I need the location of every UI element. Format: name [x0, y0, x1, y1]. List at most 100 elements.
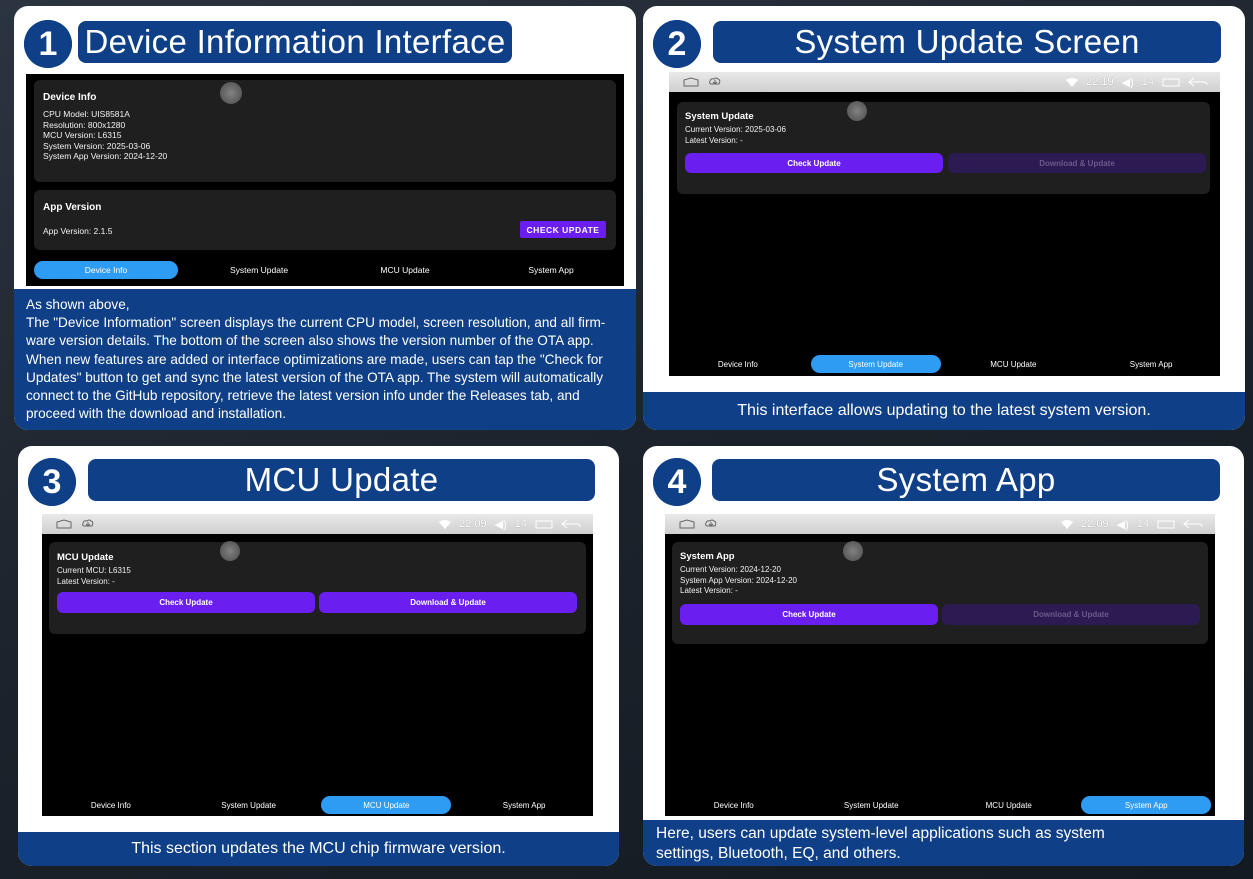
- nav-system-app[interactable]: System App: [1086, 355, 1216, 373]
- system-update-screen: 22:19 ◀) 14 System Update Current Versio…: [669, 72, 1220, 376]
- download-update-button[interactable]: Download & Update: [948, 153, 1206, 173]
- home-icon[interactable]: [679, 518, 695, 530]
- panel-title-3: MCU Update: [88, 459, 595, 501]
- clock: 22:09: [1081, 518, 1109, 530]
- status-bar: 22:09 ◀) 14: [42, 514, 593, 534]
- step-number-2: 2: [653, 20, 701, 68]
- cloud-download-icon: [82, 518, 94, 530]
- bottom-nav: Device Info System Update MCU Update Sys…: [669, 354, 1220, 374]
- current-version: Current Version: 2024-12-20: [680, 565, 781, 574]
- download-update-button[interactable]: Download & Update: [942, 604, 1200, 625]
- caption-1-line: The "Device Information" screen displays…: [26, 315, 606, 331]
- nav-system-update[interactable]: System Update: [810, 355, 941, 373]
- caption-3-text: This section updates the MCU chip firmwa…: [131, 840, 506, 857]
- system-app-title: System App: [680, 551, 735, 562]
- status-bar: 22:09 ◀) 14: [665, 514, 1215, 534]
- window-icon[interactable]: [535, 518, 553, 530]
- mcu-update-screen: 22:09 ◀) 14 MCU Update Current MCU: L631…: [42, 514, 593, 816]
- window-icon[interactable]: [1162, 76, 1180, 88]
- mcu-version: MCU Version: L6315: [43, 130, 122, 140]
- step-number-1: 1: [24, 20, 72, 68]
- back-icon[interactable]: [1183, 518, 1203, 530]
- resolution: Resolution: 800x1280: [43, 119, 126, 130]
- caption-1-line: As shown above,: [26, 297, 130, 312]
- nav-system-app[interactable]: System App: [459, 796, 589, 814]
- home-icon[interactable]: [683, 76, 699, 88]
- home-icon[interactable]: [56, 518, 72, 530]
- volume-level: 14: [514, 518, 527, 530]
- nav-mcu-update[interactable]: MCU Update: [944, 796, 1074, 814]
- nav-system-app[interactable]: System App: [486, 261, 616, 279]
- card-system-update: 2 System Update Screen 22:19 ◀) 14 Syste…: [643, 6, 1245, 430]
- app-version-title: App Version: [43, 202, 102, 213]
- check-update-button[interactable]: CHECK UPDATE: [520, 221, 606, 238]
- bottom-nav: Device Info System Update MCU Update Sys…: [665, 795, 1215, 815]
- device-info-panel: Device Info CPU Model: UIS8581A Resoluti…: [34, 80, 616, 182]
- nav-device-info[interactable]: Device Info: [669, 796, 799, 814]
- latest-version: Latest Version: -: [685, 135, 743, 145]
- card-mcu-update: 3 MCU Update 22:09 ◀) 14 MCU Update Curr…: [18, 446, 619, 866]
- caption-1-line: proceed with the download and installati…: [26, 406, 286, 422]
- current-version: Current Version: 2025-03-06: [685, 125, 786, 134]
- nav-mcu-update[interactable]: MCU Update: [340, 261, 470, 279]
- check-update-button[interactable]: Check Update: [685, 153, 943, 173]
- touch-indicator: [847, 101, 867, 121]
- nav-device-info[interactable]: Device Info: [46, 796, 176, 814]
- download-update-button[interactable]: Download & Update: [319, 592, 577, 613]
- check-update-button[interactable]: Check Update: [680, 604, 938, 625]
- cloud-download-icon: [709, 76, 721, 88]
- nav-system-update[interactable]: System Update: [184, 796, 314, 814]
- latest-version: Latest Version: -: [57, 576, 115, 586]
- caption-2-text: This interface allows updating to the la…: [737, 402, 1151, 419]
- volume-icon[interactable]: ◀): [495, 518, 507, 531]
- system-update-panel: System Update Current Version: 2025-03-0…: [677, 102, 1210, 194]
- system-app-screen: 22:09 ◀) 14 System App Current Version: …: [665, 514, 1215, 816]
- latest-version: Latest Version: -: [680, 586, 738, 595]
- volume-level: 14: [1141, 76, 1154, 88]
- caption-4: Here, users can update system-level appl…: [643, 820, 1244, 866]
- mcu-update-title: MCU Update: [57, 552, 114, 563]
- touch-indicator: [843, 541, 863, 561]
- wifi-icon: [439, 518, 452, 530]
- nav-mcu-update[interactable]: MCU Update: [948, 355, 1078, 373]
- touch-indicator: [220, 82, 242, 104]
- panel-title-1: Device Information Interface: [78, 21, 512, 63]
- caption-1: As shown above, The "Device Information"…: [14, 289, 636, 430]
- app-version-value: App Version: 2.1.5: [43, 226, 113, 236]
- app-version-panel: App Version App Version: 2.1.5 CHECK UPD…: [34, 190, 616, 250]
- panel-title-4: System App: [712, 459, 1220, 501]
- card-device-info: 1 Device Information Interface Device In…: [14, 6, 636, 430]
- volume-icon[interactable]: ◀): [1122, 76, 1134, 89]
- volume-level: 14: [1136, 518, 1149, 530]
- caption-1-line: When new features are added or interface…: [26, 351, 603, 367]
- nav-system-update[interactable]: System Update: [194, 261, 324, 279]
- check-update-button[interactable]: Check Update: [57, 592, 315, 613]
- volume-icon[interactable]: ◀): [1117, 518, 1129, 531]
- wifi-icon: [1066, 76, 1079, 88]
- device-info-title: Device Info: [43, 92, 97, 103]
- nav-mcu-update[interactable]: MCU Update: [321, 796, 452, 814]
- back-icon[interactable]: [1188, 76, 1208, 88]
- nav-device-info[interactable]: Device Info: [34, 261, 178, 279]
- current-mcu: Current MCU: L6315: [57, 566, 131, 575]
- system-app-panel: System App Current Version: 2024-12-20 S…: [672, 542, 1208, 644]
- device-info-screen: Device Info CPU Model: UIS8581A Resoluti…: [26, 74, 624, 286]
- clock: 22:19: [1086, 76, 1114, 88]
- caption-1-line: Updates" button to get and sync the late…: [26, 369, 604, 385]
- nav-device-info[interactable]: Device Info: [673, 355, 803, 373]
- card-system-app: 4 System App 22:09 ◀) 14 System App Curr…: [643, 446, 1244, 866]
- nav-system-app[interactable]: System App: [1081, 796, 1212, 814]
- step-number-4: 4: [653, 458, 701, 506]
- caption-3: This section updates the MCU chip firmwa…: [18, 832, 619, 866]
- cpu-model: CPU Model: UIS8581A: [43, 109, 130, 119]
- back-icon[interactable]: [561, 518, 581, 530]
- caption-4-line: settings, Bluetooth, EQ, and others.: [656, 845, 901, 862]
- nav-system-update[interactable]: System Update: [806, 796, 936, 814]
- system-app-version: System App Version: 2024-12-20: [43, 151, 168, 161]
- bottom-nav: Device Info System Update MCU Update Sys…: [26, 260, 624, 280]
- window-icon[interactable]: [1157, 518, 1175, 530]
- touch-indicator: [220, 541, 240, 561]
- bottom-nav: Device Info System Update MCU Update Sys…: [42, 795, 593, 815]
- caption-1-line: connect to the GitHub repository, retrie…: [26, 388, 580, 404]
- cloud-download-icon: [705, 518, 717, 530]
